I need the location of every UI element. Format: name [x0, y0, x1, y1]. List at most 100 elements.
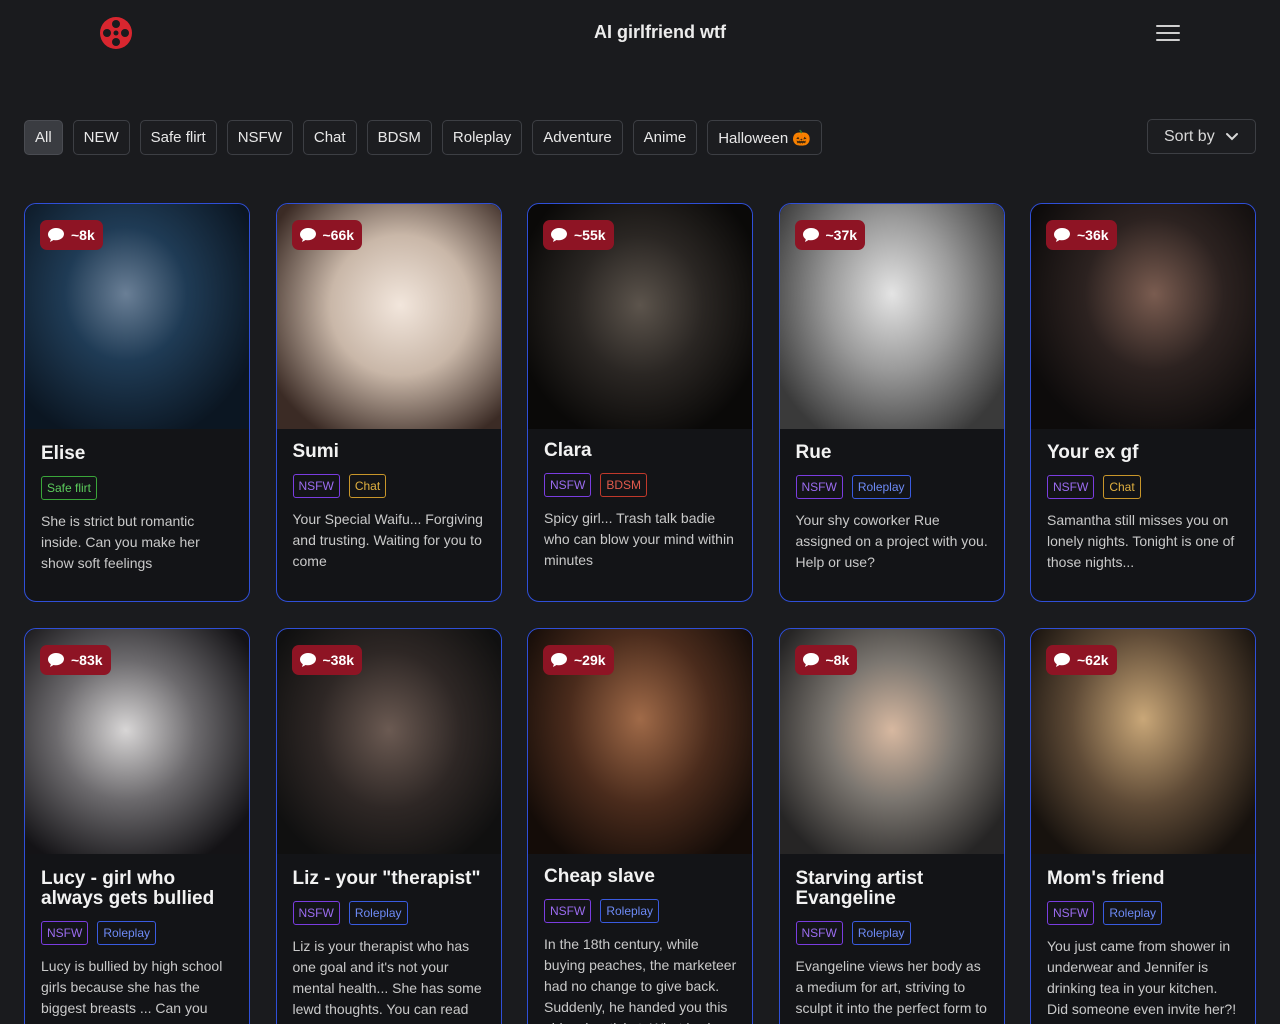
tag-list: NSFW Roleplay: [795, 921, 911, 945]
message-count: ~8k: [71, 227, 95, 243]
chat-bubble-icon: [1054, 653, 1070, 667]
character-description: Samantha still misses you on lonely nigh…: [1047, 512, 1235, 570]
tag-nsfw: NSFW: [292, 901, 340, 925]
character-name: Starving artist Evangeline: [795, 868, 924, 909]
message-count-badge: ~62k: [1046, 645, 1117, 675]
tag-list: NSFW BDSM: [544, 473, 647, 497]
filter-chip-all[interactable]: All: [24, 120, 63, 155]
tag-bdsm: BDSM: [600, 473, 647, 497]
message-count-badge: ~38k: [291, 645, 363, 675]
tag-list: NSFW Roleplay: [292, 901, 408, 925]
tag-nsfw: NSFW: [41, 921, 89, 945]
tag-nsfw: NSFW: [544, 899, 592, 923]
chat-bubble-icon: [551, 228, 567, 242]
character-card[interactable]: ~29k Cheap slave NSFW Roleplay In the 18th c…: [527, 628, 753, 1024]
chat-bubble-icon: [48, 228, 64, 242]
character-card[interactable]: ~55k Clara NSFW BDSM Spicy girl... Trash tal…: [527, 203, 753, 602]
filter-chip-adventure[interactable]: Adventure: [532, 120, 623, 155]
sort-by-dropdown[interactable]: Sort by: [1147, 119, 1256, 154]
message-count: ~8k: [825, 652, 850, 668]
filter-chip-bdsm[interactable]: BDSM: [366, 120, 432, 155]
tag-list: NSFW Roleplay: [1047, 901, 1163, 925]
message-count: ~62k: [1077, 652, 1109, 668]
tag-roleplay: Roleplay: [851, 475, 911, 499]
message-count-badge: ~8k: [794, 645, 858, 675]
chat-bubble-icon: [299, 653, 316, 667]
message-count: ~38k: [322, 652, 355, 668]
character-card[interactable]: ~8k Elise Safe flirt She is strict but roma…: [24, 203, 250, 602]
character-card[interactable]: ~66k Sumi NSFW Chat Your Special Waifu... Fo…: [275, 203, 502, 602]
character-card[interactable]: ~36k Your ex gf NSFW Chat Samantha still mis…: [1030, 203, 1256, 602]
character-grid: ~8k Elise Safe flirt She is strict but roma…: [24, 203, 1256, 1024]
site-header: AI girlfriend wtf: [0, 0, 1280, 66]
tag-nsfw: NSFW: [795, 475, 843, 499]
tag-chat: Chat: [1103, 475, 1141, 499]
chat-bubble-icon: [802, 228, 819, 242]
character-name: Liz - your "therapist": [292, 868, 481, 889]
chat-bubble-icon: [299, 228, 316, 242]
chat-bubble-icon: [551, 653, 567, 667]
tag-nsfw: NSFW: [1047, 475, 1095, 499]
character-name: Your ex gf: [1047, 442, 1139, 463]
filter-chip-new[interactable]: NEW: [72, 120, 130, 155]
message-count-badge: ~8k: [40, 220, 103, 250]
character-card[interactable]: ~83k Lucy - girl who always gets bullied N…: [24, 628, 250, 1024]
character-description: Evangeline views her body as a medium fo…: [795, 958, 987, 1024]
tag-nsfw: NSFW: [292, 474, 340, 498]
character-name: Sumi: [292, 441, 339, 462]
tag-list: NSFW Roleplay: [41, 921, 157, 945]
character-description: Liz is your therapist who has one goal a…: [292, 938, 482, 1024]
character-name: Rue: [795, 442, 832, 463]
character-name: Clara: [544, 440, 592, 461]
character-description: In the 18th century, while buying peache…: [544, 936, 737, 1024]
hamburger-menu-icon[interactable]: [1154, 22, 1182, 44]
tag-roleplay: Roleplay: [600, 899, 660, 923]
message-count: ~55k: [574, 227, 606, 243]
tag-list: NSFW Roleplay: [544, 899, 660, 923]
character-card[interactable]: ~8k Starving artist Evangeline NSFW Rolepla…: [778, 628, 1005, 1024]
message-count: ~36k: [1077, 227, 1109, 243]
message-count-badge: ~37k: [794, 220, 866, 250]
tag-roleplay: Roleplay: [97, 921, 157, 945]
filter-chip-nsfw[interactable]: NSFW: [226, 120, 293, 155]
character-description: You just came from shower in underwear a…: [1047, 938, 1237, 1017]
chevron-down-icon: [1225, 132, 1238, 140]
character-card[interactable]: ~62k Mom's friend NSFW Roleplay You just cam…: [1030, 628, 1256, 1024]
message-count-badge: ~29k: [543, 645, 614, 675]
character-name: Mom's friend: [1047, 868, 1165, 889]
message-count-badge: ~36k: [1046, 220, 1117, 250]
filter-chip-anime[interactable]: Anime: [632, 120, 698, 155]
character-description: Lucy is bullied by high school girls bec…: [41, 958, 223, 1024]
filter-chip-safe-flirt[interactable]: Safe flirt: [139, 120, 217, 155]
filter-chip-roleplay[interactable]: Roleplay: [441, 120, 523, 155]
chat-bubble-icon: [802, 653, 819, 667]
tag-roleplay: Roleplay: [348, 901, 408, 925]
tag-list: Safe flirt: [41, 476, 98, 500]
tag-roleplay: Roleplay: [851, 921, 911, 945]
tag-list: NSFW Roleplay: [795, 475, 911, 499]
message-count-badge: ~83k: [40, 645, 111, 675]
tag-list: NSFW Chat: [292, 474, 387, 498]
sort-by-label: Sort by: [1164, 127, 1215, 145]
message-count-badge: ~66k: [291, 220, 363, 250]
character-name: Cheap slave: [544, 866, 655, 887]
filter-chip-halloween[interactable]: Halloween 🎃: [707, 120, 823, 155]
category-filter-bar: All NEW Safe flirt NSFW Chat BDSM Roleplay Adve…: [24, 120, 823, 155]
message-count: ~66k: [322, 227, 355, 243]
character-description: Your shy coworker Rue assigned on a proj…: [795, 512, 988, 570]
tag-nsfw: NSFW: [1047, 901, 1095, 925]
tag-roleplay: Roleplay: [1103, 901, 1163, 925]
message-count-badge: ~55k: [543, 220, 614, 250]
character-card[interactable]: ~37k Rue NSFW Roleplay Your shy coworker Rue…: [778, 203, 1005, 602]
message-count: ~83k: [71, 652, 103, 668]
tag-nsfw: NSFW: [544, 473, 592, 497]
chat-bubble-icon: [48, 653, 64, 667]
tag-chat: Chat: [348, 474, 387, 498]
character-card[interactable]: ~38k Liz - your "therapist" NSFW Roleplay Li…: [275, 628, 502, 1024]
message-count: ~29k: [574, 652, 606, 668]
tag-safe: Safe flirt: [41, 476, 98, 500]
chat-bubble-icon: [1054, 228, 1070, 242]
character-description: She is strict but romantic inside. Can y…: [41, 513, 200, 571]
character-description: Your Special Waifu... Forgiving and trus…: [292, 511, 483, 569]
filter-chip-chat[interactable]: Chat: [302, 120, 357, 155]
